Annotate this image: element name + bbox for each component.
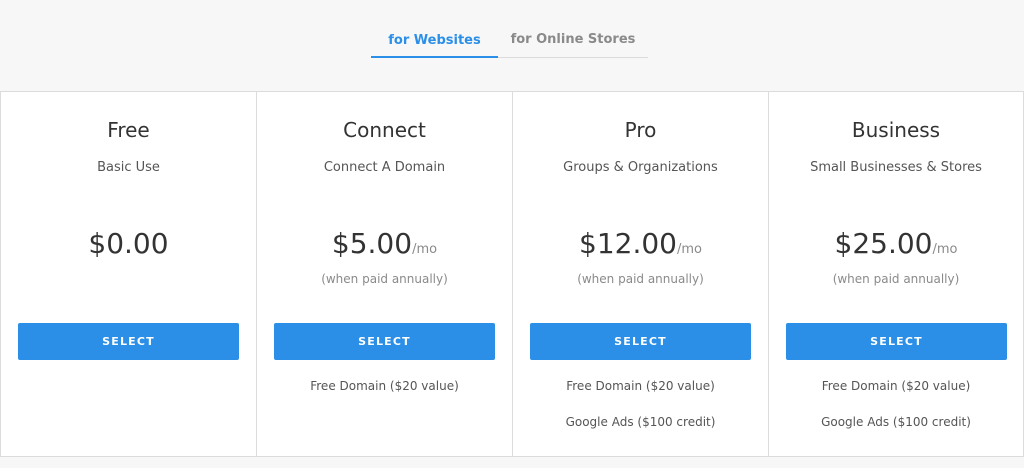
- select-free-button[interactable]: SELECT: [18, 323, 239, 360]
- plan-subtitle: Small Businesses & Stores: [810, 160, 982, 175]
- plan-price: $0.00: [1, 227, 256, 260]
- price-amount: $5.00: [331, 227, 413, 260]
- plan-card-connect: Connect Connect A Domain $5.00/mo (when …: [256, 92, 512, 456]
- feature-item: Google Ads ($100 credit): [821, 415, 971, 429]
- plan-name: Pro: [624, 118, 657, 142]
- plan-price: $25.00/mo: [769, 227, 1023, 260]
- price-unit: /mo: [932, 242, 958, 257]
- plan-price: $12.00/mo: [513, 227, 768, 260]
- tab-bar: for Websites for Online Stores: [371, 22, 648, 58]
- plan-type-tabs: for Websites for Online Stores: [0, 0, 1024, 91]
- price-amount: $0.00: [88, 227, 169, 260]
- feature-list: Free Domain ($20 value): [257, 378, 512, 414]
- billing-note: (when paid annually): [832, 272, 960, 286]
- plan-subtitle: Basic Use: [97, 160, 160, 175]
- feature-list: Free Domain ($20 value) Google Ads ($100…: [513, 378, 768, 450]
- plan-subtitle: Connect A Domain: [323, 160, 446, 175]
- select-pro-button[interactable]: SELECT: [530, 323, 751, 360]
- billing-note: (when paid annually): [321, 272, 448, 286]
- plan-card-business: Business Small Businesses & Stores $25.0…: [768, 92, 1024, 456]
- plan-name: Free: [107, 118, 150, 142]
- feature-item: Free Domain ($20 value): [566, 379, 715, 393]
- feature-item: Free Domain ($20 value): [821, 379, 971, 393]
- plan-subtitle: Groups & Organizations: [563, 160, 718, 175]
- select-business-button[interactable]: SELECT: [786, 323, 1007, 360]
- select-connect-button[interactable]: SELECT: [274, 323, 495, 360]
- billing-note: (when paid annually): [577, 272, 704, 286]
- price-unit: /mo: [412, 242, 438, 257]
- price-unit: /mo: [676, 242, 702, 257]
- feature-item: Google Ads ($100 credit): [565, 415, 716, 429]
- plan-price: $5.00/mo: [257, 227, 512, 260]
- feature-list: Free Domain ($20 value) Google Ads ($100…: [769, 378, 1023, 450]
- plan-card-pro: Pro Groups & Organizations $12.00/mo (wh…: [512, 92, 768, 456]
- price-amount: $25.00: [834, 227, 933, 260]
- tab-for-websites[interactable]: for Websites: [371, 22, 498, 58]
- plan-name: Business: [851, 118, 941, 142]
- plans-grid: Free Basic Use $0.00 SELECT Connect Conn…: [0, 91, 1024, 457]
- feature-item: Free Domain ($20 value): [310, 379, 459, 393]
- plan-name: Connect: [343, 118, 426, 142]
- price-amount: $12.00: [579, 227, 677, 260]
- plan-card-free: Free Basic Use $0.00 SELECT: [0, 92, 256, 456]
- tab-for-online-stores[interactable]: for Online Stores: [498, 22, 648, 56]
- pricing-page: for Websites for Online Stores Free Basi…: [0, 0, 1024, 468]
